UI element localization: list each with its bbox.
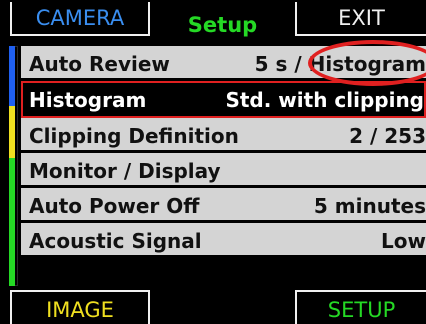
menu-item-label: Auto Power Off [29, 194, 200, 218]
menu-item-label: Histogram [29, 88, 147, 112]
tab-setup[interactable]: SETUP [295, 290, 426, 324]
menu-item-value: 5 minutes [313, 194, 426, 218]
tab-setup-title: Setup [187, 13, 258, 37]
scrollbar-segment-setup [9, 158, 15, 286]
tab-camera[interactable]: CAMERA [10, 2, 150, 36]
scrollbar-segment-camera [9, 46, 15, 106]
menu-item-value: 2 / 253 [349, 124, 426, 148]
menu-item-label: Clipping Definition [29, 124, 239, 148]
menu-item-value: Low [381, 229, 426, 253]
tab-image[interactable]: IMAGE [10, 290, 150, 324]
menu-item-histogram[interactable]: Histogram Std. with clipping [21, 81, 426, 118]
menu-item-clipping-definition[interactable]: Clipping Definition 2 / 253 [21, 118, 426, 153]
menu-item-auto-power-off[interactable]: Auto Power Off 5 minutes [21, 188, 426, 223]
scrollbar-segment-image [9, 106, 15, 158]
menu-item-label: Auto Review [29, 52, 170, 76]
menu-item-acoustic-signal[interactable]: Acoustic Signal Low [21, 223, 426, 258]
menu-item-value: Std. with clipping [225, 88, 424, 112]
exit-button[interactable]: EXIT [295, 2, 426, 36]
highlight-annotation-oval [308, 40, 426, 86]
menu-item-label: Monitor / Display [29, 159, 221, 183]
menu-item-monitor-display[interactable]: Monitor / Display [21, 153, 426, 188]
menu-item-label: Acoustic Signal [29, 229, 202, 253]
